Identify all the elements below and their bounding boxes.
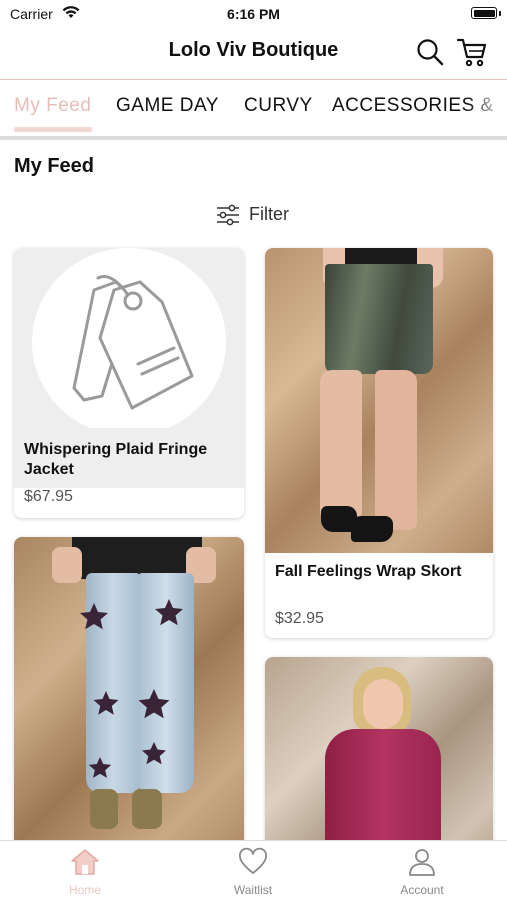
model-leg-right (375, 370, 417, 530)
tab-my-feed[interactable]: My Feed (14, 95, 91, 117)
tab-home[interactable]: Home (25, 841, 145, 901)
cart-icon[interactable] (456, 36, 488, 68)
product-price: $67.95 (24, 488, 73, 505)
product-price: $32.95 (275, 610, 324, 627)
product-name: Whispering Plaid Fringe Jacket (24, 441, 208, 478)
bootie-right (351, 516, 393, 542)
heart-icon (239, 847, 267, 874)
home-icon (71, 849, 99, 875)
tab-waitlist[interactable]: Waitlist (193, 841, 313, 901)
product-card[interactable]: Whispering Plaid Fringe Jacket $67.95 (14, 248, 244, 518)
bottom-tab-bar: Home Waitlist Account (0, 840, 507, 901)
product-card[interactable]: Fall Feelings Wrap Skort $32.95 (265, 248, 493, 638)
app-header: Lolo Viv Boutique (0, 28, 507, 78)
tab-waitlist-label: Waitlist (233, 883, 273, 897)
clock: 6:16 PM (227, 6, 280, 22)
product-name: Fall Feelings Wrap Skort (275, 563, 462, 580)
tab-curvy[interactable]: CURVY (244, 95, 313, 117)
battery-tip (499, 11, 501, 16)
status-bar: Carrier 6:16 PM (0, 0, 507, 28)
category-tabs: My Feed GAME DAY CURVY ACCESSORIES & (0, 80, 507, 136)
tab-game-day[interactable]: GAME DAY (116, 95, 219, 117)
tab-account[interactable]: Account (362, 841, 482, 901)
account-icon (409, 849, 435, 876)
tab-home-label: Home (68, 883, 101, 897)
jeans-stars (80, 599, 183, 778)
filter-sliders-icon (217, 204, 239, 226)
tab-fade (467, 80, 507, 136)
battery-icon (471, 7, 497, 19)
product-photo-jeans (14, 537, 244, 867)
product-photo-skort (265, 248, 493, 553)
product-photo-top (265, 657, 493, 867)
search-icon[interactable] (416, 38, 444, 66)
tabs-divider (0, 136, 507, 140)
product-card[interactable] (14, 537, 244, 867)
page-title: My Feed (14, 155, 95, 177)
product-card[interactable] (265, 657, 493, 867)
active-tab-indicator (14, 127, 92, 132)
model-face (363, 679, 403, 729)
filter-label: Filter (249, 204, 289, 224)
price-tag-icon (72, 275, 194, 410)
tab-account-label: Account (400, 883, 444, 897)
velvet-skort (325, 264, 433, 374)
model-leg-left (320, 370, 362, 520)
